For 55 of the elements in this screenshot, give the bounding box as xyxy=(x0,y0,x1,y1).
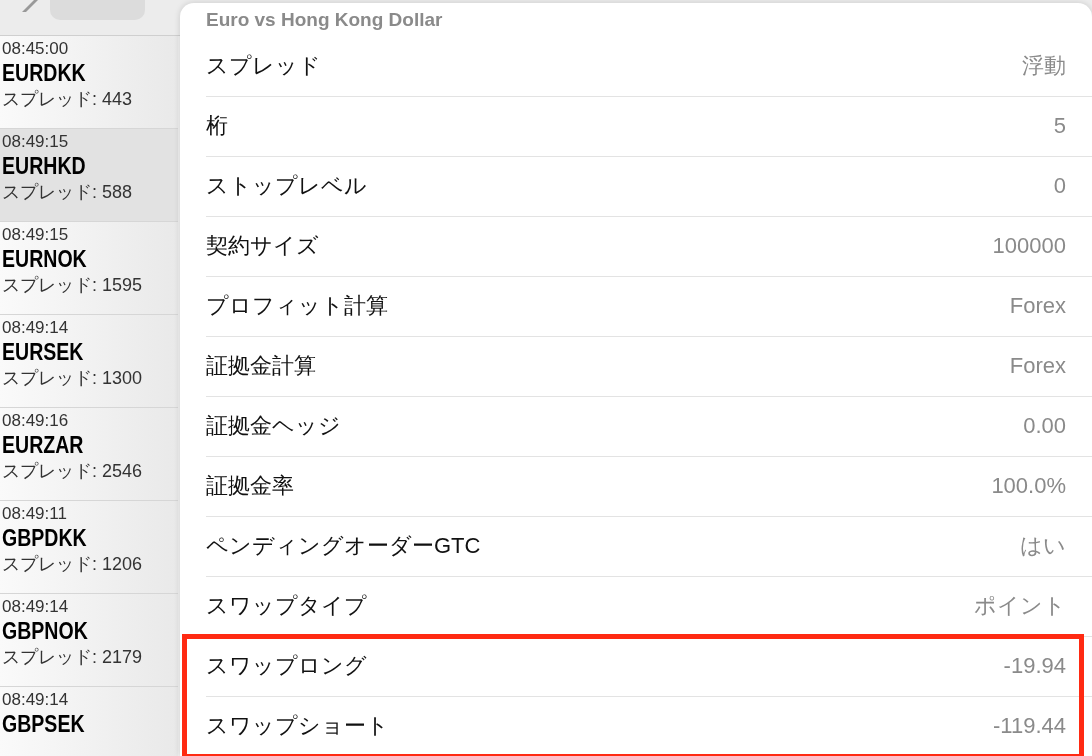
property-value: 100.0% xyxy=(991,473,1066,499)
property-label: ストップレベル xyxy=(206,172,367,200)
property-value: 0.00 xyxy=(1023,413,1066,439)
property-value: 0 xyxy=(1053,173,1066,199)
property-label: スワップタイプ xyxy=(206,592,367,620)
symbol-item[interactable]: 08:49:14 EURSEK スプレッド: 1300 xyxy=(0,315,178,408)
property-label: 契約サイズ xyxy=(206,232,319,260)
property-value: Forex xyxy=(1009,293,1066,319)
symbol-spread: スプレッド: 588 xyxy=(2,181,134,204)
symbol-spread: スプレッド: 443 xyxy=(2,88,134,111)
symbol-time: 08:49:11 xyxy=(2,503,68,525)
property-value: Forex xyxy=(1009,353,1066,379)
symbol-name: GBPNOK xyxy=(2,618,89,644)
symbol-spread: スプレッド: 2179 xyxy=(2,646,144,669)
symbol-name: EURZAR xyxy=(2,432,85,458)
property-value: -119.44 xyxy=(993,713,1066,739)
symbol-name: EURNOK xyxy=(2,246,88,272)
symbol-name: EURDKK xyxy=(2,60,87,86)
symbol-time: 08:49:14 xyxy=(2,689,70,711)
symbol-name: GBPSEK xyxy=(2,711,86,737)
property-label: ペンディングオーダーGTC xyxy=(206,532,481,560)
symbol-spread: スプレッド: 1206 xyxy=(2,553,144,576)
property-label: 証拠金計算 xyxy=(206,352,316,380)
property-label: スワップロング xyxy=(206,652,367,680)
symbol-name: GBPDKK xyxy=(2,525,88,551)
property-label: スワップショート xyxy=(206,712,389,740)
symbol-spread: スプレッド: 1300 xyxy=(2,367,144,390)
symbol-time: 08:49:14 xyxy=(2,317,70,339)
symbol-name: EURHKD xyxy=(2,153,87,179)
property-value: 100000 xyxy=(992,233,1066,259)
symbol-name: EURSEK xyxy=(2,339,85,365)
symbol-time: 08:49:14 xyxy=(2,596,70,618)
symbol-time: 08:49:15 xyxy=(2,131,70,153)
property-value: 5 xyxy=(1053,113,1066,139)
property-label: 証拠金ヘッジ xyxy=(206,412,341,440)
symbol-item[interactable]: 08:49:15 EURHKD スプレッド: 588 xyxy=(0,129,178,222)
symbol-spread: スプレッド: 2546 xyxy=(2,460,144,483)
popover-title: Euro vs Hong Kong Dollar xyxy=(206,8,443,32)
symbol-item[interactable]: 08:49:14 GBPSEK xyxy=(0,687,178,756)
property-value: -19.94 xyxy=(1003,653,1066,679)
property-value: はい xyxy=(1020,532,1066,560)
symbol-item[interactable]: 08:49:16 EURZAR スプレッド: 2546 xyxy=(0,408,178,501)
property-label: スプレッド xyxy=(206,52,321,80)
symbol-spread: スプレッド: 1595 xyxy=(2,274,144,297)
symbol-item[interactable]: 08:49:14 GBPNOK スプレッド: 2179 xyxy=(0,594,178,687)
symbol-time: 08:49:16 xyxy=(2,410,70,432)
property-label: 桁 xyxy=(206,112,228,140)
symbol-item[interactable]: 08:49:15 EURNOK スプレッド: 1595 xyxy=(0,222,178,315)
symbol-item[interactable]: 08:49:11 GBPDKK スプレッド: 1206 xyxy=(0,501,178,594)
property-label: プロフィット計算 xyxy=(206,292,388,320)
property-value: 浮動 xyxy=(1022,52,1066,80)
property-label: 証拠金率 xyxy=(206,472,294,500)
property-value: ポイント xyxy=(974,592,1066,620)
symbol-time: 08:49:15 xyxy=(2,224,70,246)
symbol-time: 08:45:00 xyxy=(2,38,70,60)
